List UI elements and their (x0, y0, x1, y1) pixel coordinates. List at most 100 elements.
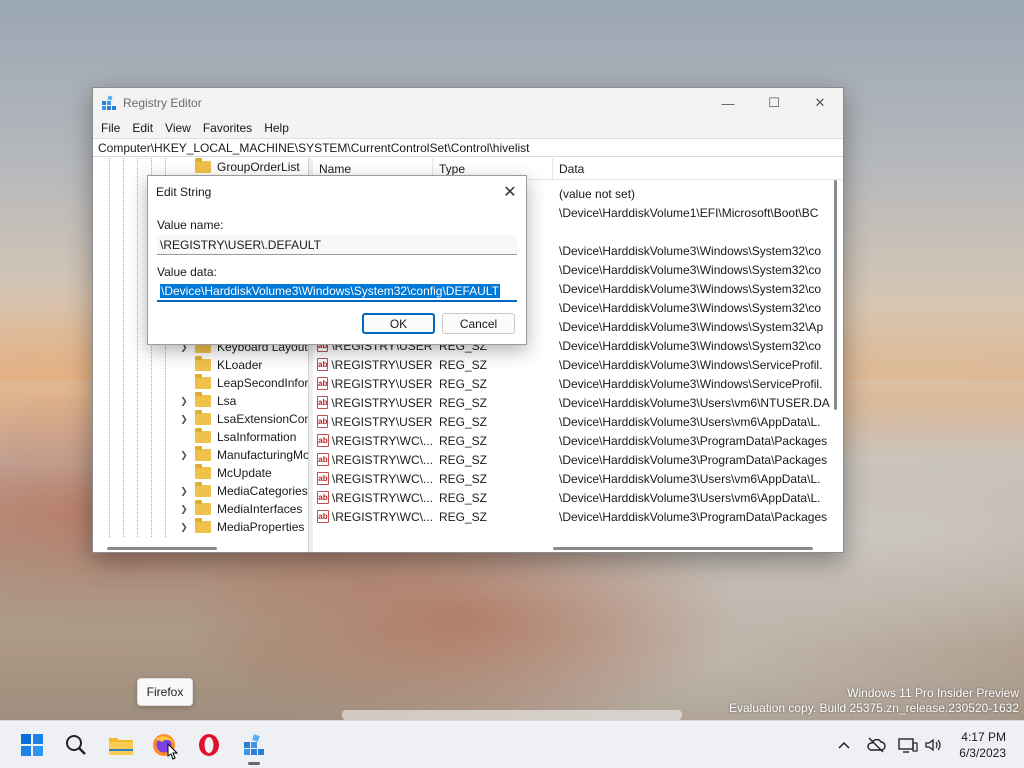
value-name: \REGISTRY\WC\... (331, 471, 433, 486)
value-data: \Device\HarddiskVolume3\ProgramData\Pack… (559, 452, 828, 467)
value-type: REG_SZ (439, 509, 488, 524)
list-row[interactable]: ab \REGISTRY\USER... REG_SZ \Device\Harddis… (313, 355, 831, 374)
value-name: \REGISTRY\WC\... (331, 509, 433, 524)
value-data-field[interactable]: \Device\HarddiskVolume3\Windows\System32… (157, 282, 517, 302)
show-hidden-icons-button[interactable] (834, 721, 854, 768)
chevron-right-icon[interactable]: ❯ (179, 414, 189, 425)
clock-time: 4:17 PM (961, 730, 1006, 744)
string-value-icon: ab (317, 434, 329, 447)
tree-item[interactable]: LsaInformation (179, 428, 296, 446)
tree-item[interactable]: ❯ MediaInterfaces (179, 500, 302, 518)
value-data: \Device\HarddiskVolume3\Users\vm6\AppDat… (559, 414, 821, 429)
tree-scrollbar[interactable] (107, 547, 217, 550)
list-row[interactable]: ab \REGISTRY\WC\... REG_SZ \Device\Harddisk… (313, 488, 831, 507)
list-row[interactable]: ab \REGISTRY\WC\... REG_SZ \Device\Harddisk… (313, 431, 831, 450)
horizontal-scrollbar[interactable] (553, 547, 813, 550)
string-value-icon: ab (317, 510, 329, 523)
file-explorer-button[interactable] (99, 721, 143, 768)
value-data: \Device\HarddiskVolume1\EFI\Microsoft\Bo… (559, 205, 819, 220)
cancel-button[interactable]: Cancel (442, 313, 515, 334)
title-bar[interactable]: Registry Editor — ☐ ✕ (93, 88, 843, 118)
list-row[interactable]: ab \REGISTRY\USER... REG_SZ \Device\Harddis… (313, 374, 831, 393)
menu-file[interactable]: File (95, 121, 126, 135)
value-data: \Device\HarddiskVolume3\ProgramData\Pack… (559, 509, 828, 524)
column-data-header[interactable]: Data (553, 158, 843, 180)
folder-icon (109, 738, 133, 755)
value-data: \Device\HarddiskVolume3\Windows\System32… (559, 300, 822, 315)
tree-item-label: ManufacturingMode (217, 448, 308, 462)
menu-view[interactable]: View (159, 121, 197, 135)
watermark-line1: Windows 11 Pro Insider Preview (847, 686, 1019, 700)
tree-item[interactable]: GroupOrderList (179, 158, 300, 176)
chevron-right-icon[interactable]: ❯ (179, 396, 189, 407)
tree-item-label: KLoader (217, 358, 263, 372)
value-type: REG_SZ (439, 471, 488, 486)
dialog-close-icon[interactable]: ✕ (494, 176, 526, 208)
tree-item[interactable]: ❯ ManufacturingMode (179, 446, 308, 464)
value-name: \REGISTRY\WC\... (331, 433, 433, 448)
firefox-button[interactable] (142, 721, 186, 768)
folder-icon (195, 158, 211, 173)
network-offline-icon (867, 737, 886, 753)
start-button[interactable] (10, 721, 54, 768)
chevron-right-icon[interactable]: ❯ (179, 486, 189, 497)
network-status[interactable] (864, 721, 888, 768)
folder-icon (195, 356, 211, 371)
chevron-right-icon[interactable]: ❯ (179, 504, 189, 515)
list-row[interactable]: ab \REGISTRY\WC\... REG_SZ \Device\Harddisk… (313, 507, 831, 526)
menu-help[interactable]: Help (258, 121, 295, 135)
folder-icon (195, 518, 211, 533)
list-row[interactable]: ab \REGISTRY\USER... REG_SZ \Device\Harddis… (313, 412, 831, 431)
tree-item[interactable]: ❯ Lsa (179, 392, 236, 410)
value-name: \REGISTRY\USER... (331, 357, 433, 372)
tree-item[interactable]: KLoader (179, 356, 262, 374)
tree-item[interactable]: LeapSecondInformation (179, 374, 308, 392)
opera-icon (199, 734, 219, 756)
menu-edit[interactable]: Edit (126, 121, 159, 135)
value-data: \Device\HarddiskVolume3\Windows\System32… (559, 338, 822, 353)
value-type: REG_SZ (439, 376, 488, 391)
volume-control[interactable] (922, 721, 944, 768)
minimize-button[interactable]: — (705, 88, 751, 118)
close-button[interactable]: ✕ (797, 88, 843, 118)
menu-favorites[interactable]: Favorites (197, 121, 258, 135)
tree-item[interactable]: ❯ MediaCategories (179, 482, 308, 500)
registry-editor-icon (102, 95, 116, 110)
registry-editor-taskbar-button[interactable] (232, 721, 276, 768)
maximize-button[interactable]: ☐ (751, 88, 797, 118)
list-row[interactable]: ab \REGISTRY\WC\... REG_SZ \Device\Harddisk… (313, 469, 831, 488)
value-data: \Device\HarddiskVolume3\Windows\System32… (559, 281, 822, 296)
value-data: \Device\HarddiskVolume3\Windows\ServiceP… (559, 376, 823, 391)
value-type: REG_SZ (439, 357, 488, 372)
dialog-title: Edit String (156, 185, 212, 199)
tree-item[interactable]: ❯ LsaExtensionConfig (179, 410, 308, 428)
chevron-up-icon (838, 741, 850, 749)
address-bar[interactable]: Computer\HKEY_LOCAL_MACHINE\SYSTEM\Curre… (93, 138, 843, 157)
system-clock[interactable]: 4:17 PM 6/3/2023 (959, 729, 1006, 761)
windows-start-icon (21, 734, 43, 756)
list-row[interactable]: ab \REGISTRY\WC\... REG_SZ \Device\Harddisk… (313, 450, 831, 469)
vertical-scrollbar[interactable] (834, 180, 837, 410)
value-name: \REGISTRY\WC\... (331, 452, 433, 467)
registry-editor-icon (244, 734, 264, 755)
folder-icon (195, 428, 211, 443)
opera-button[interactable] (187, 721, 231, 768)
list-row[interactable]: ab \REGISTRY\USER... REG_SZ \Device\Harddis… (313, 393, 831, 412)
tree-item[interactable]: ❯ MediaProperties (179, 518, 304, 536)
chevron-right-icon[interactable]: ❯ (179, 450, 189, 461)
tree-item[interactable]: McUpdate (179, 464, 272, 482)
string-value-icon: ab (317, 396, 329, 409)
value-type: REG_SZ (439, 433, 488, 448)
value-type: REG_SZ (439, 414, 488, 429)
value-name: \REGISTRY\WC\... (331, 490, 433, 505)
display-status[interactable] (896, 721, 920, 768)
ok-button[interactable]: OK (362, 313, 435, 334)
search-button[interactable] (54, 721, 98, 768)
tree-item-label: MediaCategories (217, 484, 308, 498)
value-data-label: Value data: (157, 265, 217, 279)
string-value-icon: ab (317, 415, 329, 428)
string-value-icon: ab (317, 377, 329, 390)
dialog-title-bar[interactable]: Edit String ✕ (148, 176, 526, 208)
chevron-right-icon[interactable]: ❯ (179, 522, 189, 533)
clock-date: 6/3/2023 (959, 746, 1006, 760)
